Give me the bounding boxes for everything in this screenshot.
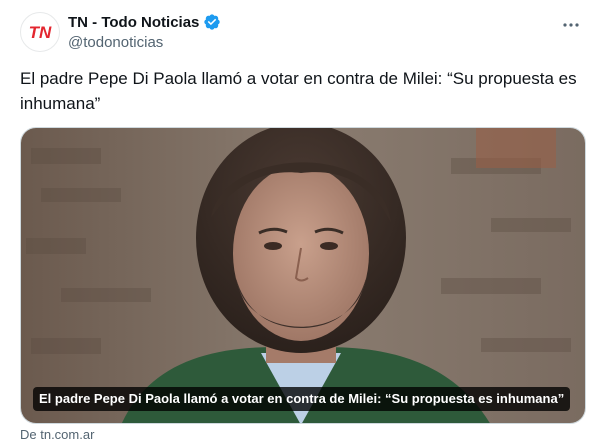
avatar[interactable]: TN (20, 12, 60, 52)
card-caption: El padre Pepe Di Paola llamó a votar en … (33, 387, 571, 411)
name-row: TN - Todo Noticias (68, 12, 221, 32)
more-options-button[interactable] (560, 14, 582, 36)
svg-text:TN: TN (29, 23, 52, 42)
display-name[interactable]: TN - Todo Noticias (68, 14, 199, 31)
article-photo (21, 128, 585, 423)
verified-badge-icon (204, 14, 221, 30)
handle[interactable]: @todonoticias (68, 33, 221, 53)
tweet-card: TN TN - Todo Noticias @todonoticias El p… (0, 0, 598, 442)
tweet-text: El padre Pepe Di Paola llamó a votar en … (20, 69, 577, 113)
author-header: TN - Todo Noticias @todonoticias (68, 12, 221, 53)
card-source[interactable]: De tn.com.ar (20, 427, 94, 442)
more-dots-icon (563, 23, 579, 27)
tn-logo-icon: TN (29, 23, 52, 42)
link-card[interactable]: El padre Pepe Di Paola llamó a votar en … (20, 127, 586, 424)
